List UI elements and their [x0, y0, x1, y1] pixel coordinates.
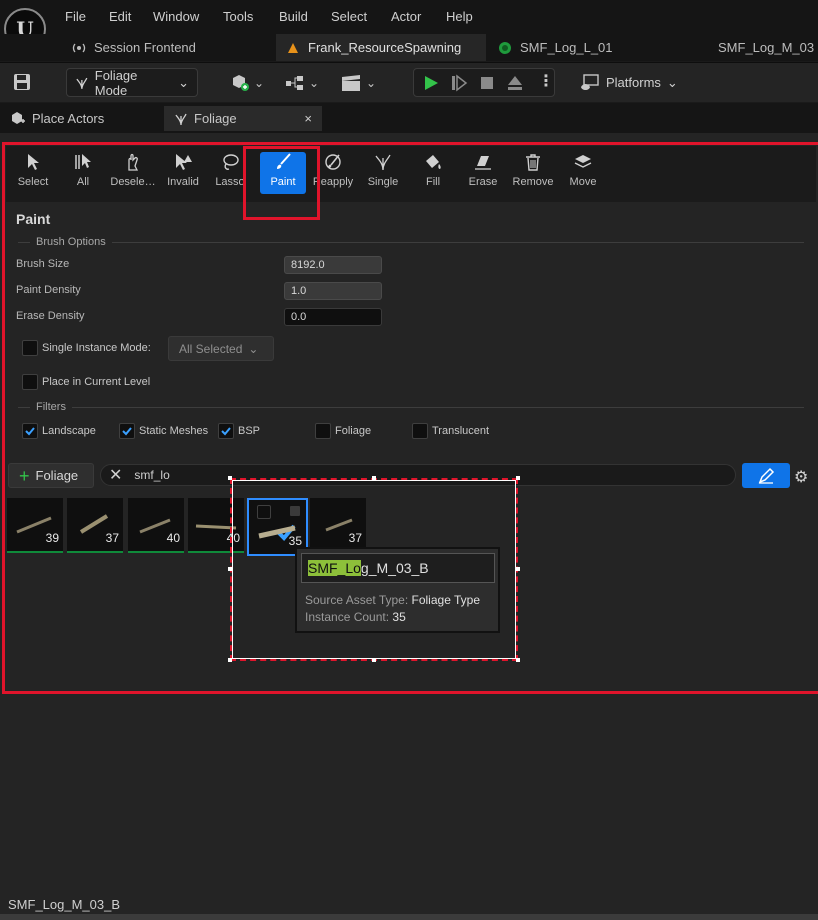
menu-actor[interactable]: Actor [391, 9, 421, 24]
menu-select[interactable]: Select [331, 9, 367, 24]
more-options-icon[interactable]: ⋮ [538, 71, 554, 91]
save-icon[interactable] [12, 72, 34, 92]
menu-tools[interactable]: Tools [223, 9, 253, 24]
annotation-selection-box [230, 478, 518, 661]
close-tab-button[interactable]: × [304, 111, 312, 126]
selection-handle[interactable] [516, 658, 520, 662]
level-icon [288, 42, 298, 53]
tab-label: SMF_Log_M_03 [718, 40, 815, 55]
foliage-icon [175, 113, 187, 125]
cinematics-dropdown[interactable]: ⌄ [340, 72, 380, 94]
cube-add-icon [233, 75, 249, 91]
stop-icon[interactable] [478, 74, 496, 92]
bottom-strip [0, 914, 818, 920]
tab-label: Place Actors [32, 111, 105, 126]
platforms-dropdown[interactable]: Platforms ⌄ [580, 68, 690, 97]
place-actors-icon [12, 111, 25, 124]
tab-label: SMF_Log_L_01 [520, 40, 613, 55]
menu-help[interactable]: Help [446, 9, 473, 24]
tab-label: Foliage [194, 111, 237, 126]
blueprint-icon [286, 76, 303, 90]
tab-place-actors[interactable]: Place Actors [0, 106, 160, 131]
tab-label: Session Frontend [94, 40, 196, 55]
add-content-dropdown[interactable]: ⌄ [230, 72, 270, 94]
menu-file[interactable]: File [65, 9, 86, 24]
foliage-icon [76, 77, 88, 89]
selection-handle[interactable] [228, 658, 232, 662]
menu-build[interactable]: Build [279, 9, 308, 24]
tab-label: Frank_ResourceSpawning [308, 40, 462, 55]
tab-foliage[interactable]: Foliage × [164, 106, 322, 131]
step-icon[interactable] [450, 74, 468, 92]
selection-handle[interactable] [228, 476, 232, 480]
mode-label: Foliage Mode [94, 67, 138, 98]
selection-handle[interactable] [372, 476, 376, 480]
menu-edit[interactable]: Edit [109, 9, 131, 24]
eject-icon[interactable] [506, 74, 524, 92]
blueprint-dropdown[interactable]: ⌄ [285, 72, 325, 94]
radio-tower-icon [72, 43, 86, 52]
status-selected-asset: SMF_Log_M_03_B [8, 897, 121, 912]
clapperboard-icon [342, 75, 360, 91]
selection-handle[interactable] [516, 567, 520, 571]
chevron-down-icon: ⌄ [666, 74, 678, 90]
tab-frank-resourcespawning[interactable]: Frank_ResourceSpawning [276, 34, 486, 61]
platforms-icon [581, 73, 599, 90]
tab-session-frontend[interactable]: Session Frontend [62, 34, 272, 61]
chevron-down-icon: ⌄ [178, 74, 189, 90]
tab-smf-log-l-01[interactable]: SMF_Log_L_01 [488, 34, 698, 61]
selection-handle[interactable] [372, 658, 376, 662]
foliage-type-icon [499, 41, 511, 54]
play-icon[interactable] [422, 74, 440, 92]
foliage-mode-dropdown[interactable]: Foliage Mode ⌄ [66, 67, 198, 98]
menu-window[interactable]: Window [153, 9, 199, 24]
selection-handle[interactable] [228, 567, 232, 571]
platforms-label: Platforms [606, 75, 661, 90]
selection-handle[interactable] [516, 476, 520, 480]
tab-smf-log-m-03[interactable]: SMF_Log_M_03 [700, 34, 818, 61]
annotation-outline-paint-tool [243, 146, 320, 220]
